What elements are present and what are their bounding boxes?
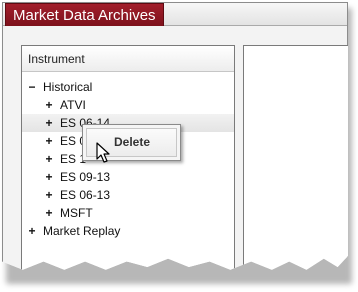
expand-icon[interactable]: + — [44, 204, 54, 222]
tree-node-market-replay[interactable]: + Market Replay — [22, 222, 234, 240]
expand-icon[interactable]: + — [44, 168, 54, 186]
tree-node-label: ES 09-13 — [60, 170, 111, 184]
expand-icon[interactable]: + — [44, 96, 54, 114]
delete-label: Delete — [114, 135, 151, 149]
mouse-pointer-icon — [96, 142, 110, 163]
tree-node-label: ATVI — [60, 98, 86, 112]
instrument-column-header[interactable]: Instrument — [22, 46, 234, 72]
window-tab[interactable]: Market Data Archives — [5, 3, 164, 26]
instrument-panel: Instrument − Historical + ATVI + ES 06-1… — [21, 45, 235, 270]
tree-node-historical[interactable]: − Historical — [22, 78, 234, 96]
collapse-icon[interactable]: − — [27, 78, 37, 96]
expand-icon[interactable]: + — [44, 150, 54, 168]
expand-icon[interactable]: + — [44, 114, 54, 132]
expand-icon[interactable]: + — [44, 132, 54, 150]
tree-node-atvi[interactable]: + ATVI — [22, 96, 234, 114]
tree-node-label: MSFT — [60, 206, 93, 220]
tree-node-label: ES 06-13 — [60, 188, 111, 202]
expand-icon[interactable]: + — [27, 222, 37, 240]
title-bar: Market Data Archives — [3, 3, 347, 26]
tree-node-label: Market Replay — [43, 224, 121, 238]
details-panel — [243, 45, 348, 270]
expand-icon[interactable]: + — [44, 186, 54, 204]
tree-node-msft[interactable]: + MSFT — [22, 204, 234, 222]
tree-node-label: Historical — [43, 80, 93, 94]
tree-node-es-09-13[interactable]: + ES 09-13 — [22, 168, 234, 186]
tree-node-es-06-13[interactable]: + ES 06-13 — [22, 186, 234, 204]
